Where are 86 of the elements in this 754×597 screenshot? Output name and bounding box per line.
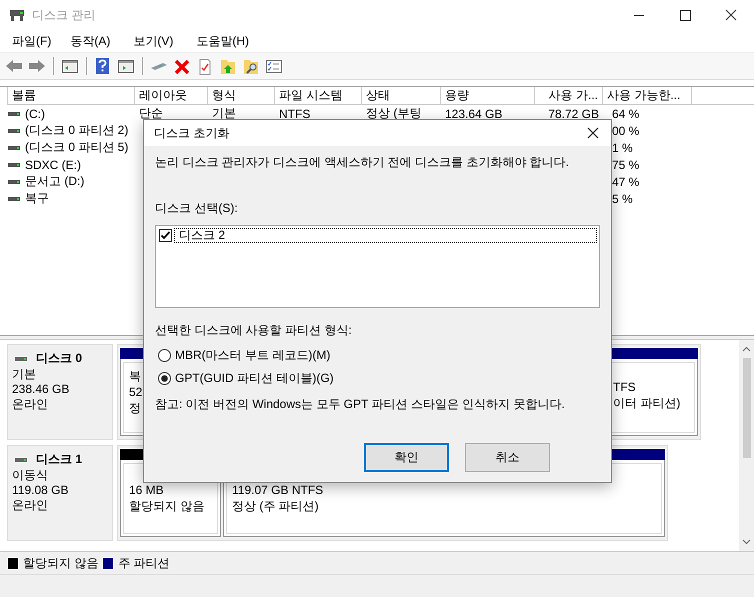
table-cell: 정상 (부팅 bbox=[366, 105, 422, 122]
table-cell: 64 % bbox=[612, 106, 640, 120]
menu-item[interactable]: 동작(A) bbox=[63, 32, 118, 50]
panel-icon[interactable] bbox=[60, 57, 80, 75]
scrollbar-thumb[interactable] bbox=[742, 358, 750, 458]
window-title: 디스크 관리 bbox=[32, 6, 96, 24]
disk-name: 디스크 0 bbox=[36, 351, 82, 366]
table-cell: 47 % bbox=[612, 174, 640, 188]
partition-text: 이터 파티션) bbox=[613, 395, 680, 411]
table-cell: 123.64 GB bbox=[445, 106, 502, 120]
table-cell: NTFS bbox=[279, 106, 310, 120]
table-cell: 기본 bbox=[212, 105, 236, 122]
menu-item[interactable]: 파일(F) bbox=[5, 32, 58, 50]
table-cell: 복구 bbox=[25, 190, 49, 207]
partition-text: 52 bbox=[129, 384, 142, 400]
drive-icon bbox=[7, 160, 21, 168]
disk-select-label: 디스크 선택(S): bbox=[155, 200, 239, 217]
disk-size: 119.08 GB bbox=[12, 483, 70, 498]
radio-label[interactable]: MBR(마스터 부트 레코드)(M) bbox=[175, 347, 330, 364]
disk-size: 238.46 GB bbox=[12, 382, 70, 397]
partition-style-label: 선택한 디스크에 사용할 파티션 형식: bbox=[155, 322, 353, 339]
partition-text: 정상 (주 파티션) bbox=[232, 498, 319, 514]
disk-label-panel[interactable]: 디스크 1 이동식 119.08 GB 온라인 bbox=[7, 445, 113, 541]
note-text: 참고: 이전 버전의 Windows는 모두 GPT 파티션 스타일은 인식하지 못합니다. bbox=[155, 396, 566, 413]
drive-icon bbox=[7, 194, 21, 202]
column-header[interactable]: 파일 시스템 bbox=[275, 87, 362, 104]
menu-item[interactable]: 도움말(H) bbox=[189, 32, 256, 50]
forward-arrow-icon[interactable] bbox=[27, 57, 47, 75]
table-cell: (디스크 0 파티션 5) bbox=[25, 139, 128, 156]
partition-text: TFS bbox=[613, 379, 636, 395]
scrollbar[interactable] bbox=[739, 340, 754, 551]
drive-icon bbox=[7, 178, 21, 186]
column-header[interactable]: 레이아웃 bbox=[135, 87, 208, 104]
partition-text: 119.07 GB NTFS bbox=[232, 482, 324, 498]
table-cell: 78.72 GB bbox=[548, 106, 599, 120]
table-cell: 75 % bbox=[612, 158, 640, 172]
column-header[interactable]: 상태 bbox=[362, 87, 441, 104]
ok-button[interactable]: 확인 bbox=[364, 443, 449, 472]
checkbox[interactable] bbox=[159, 229, 172, 242]
drive-icon bbox=[7, 110, 21, 118]
radio-button[interactable] bbox=[158, 349, 171, 362]
dialog-title: 디스크 초기화 bbox=[154, 124, 230, 142]
column-header[interactable]: 볼륨 bbox=[7, 87, 135, 104]
checklist-icon[interactable] bbox=[264, 57, 284, 75]
cross-icon[interactable] bbox=[172, 57, 192, 75]
column-header[interactable]: 사용 가... bbox=[535, 87, 603, 104]
disk-list-item[interactable]: 디스크 2 bbox=[174, 228, 597, 243]
disk-label-panel[interactable]: 디스크 0 기본 238.46 GB 온라인 bbox=[7, 344, 113, 440]
disk-status: 온라인 bbox=[12, 397, 49, 412]
table-cell: 단순 bbox=[139, 105, 163, 122]
disk-name: 디스크 1 bbox=[36, 452, 82, 467]
disk-status: 온라인 bbox=[12, 498, 49, 513]
legend-label: 할당되지 않음 bbox=[23, 554, 98, 572]
drive-icon bbox=[14, 456, 28, 464]
cancel-button[interactable]: 취소 bbox=[465, 443, 550, 472]
radio-label[interactable]: GPT(GUID 파티션 테이블)(G) bbox=[175, 370, 334, 387]
partition-text: 복 bbox=[129, 368, 141, 384]
table-cell: 1 % bbox=[612, 140, 633, 154]
column-header[interactable]: 사용 가능한... bbox=[603, 87, 692, 104]
table-cell: 00 % bbox=[612, 124, 640, 138]
column-header[interactable]: 용량 bbox=[441, 87, 535, 104]
menu-item[interactable]: 보기(V) bbox=[126, 32, 180, 50]
partition-text: 16 MB bbox=[129, 482, 164, 498]
disk-management-icon bbox=[9, 8, 25, 22]
folder-magnifier-icon[interactable] bbox=[241, 57, 261, 75]
drive-icon bbox=[7, 126, 21, 134]
table-cell: SDXC (E:) bbox=[25, 158, 82, 172]
close-icon[interactable] bbox=[586, 126, 600, 140]
table-cell: (C:) bbox=[25, 106, 45, 120]
partition-text: 정 bbox=[129, 400, 141, 416]
table-cell: (디스크 0 파티션 2) bbox=[25, 122, 128, 139]
table-cell: 문서고 (D:) bbox=[25, 173, 84, 190]
back-arrow-icon[interactable] bbox=[4, 57, 24, 75]
legend-label: 주 파티션 bbox=[118, 554, 170, 572]
folder-up-arrow-icon[interactable] bbox=[218, 57, 238, 75]
message-text: 논리 디스크 관리자가 디스크에 액세스하기 전에 디스크를 초기화해야 합니다. bbox=[155, 154, 570, 170]
disk-type: 이동식 bbox=[12, 468, 49, 483]
disk-type: 기본 bbox=[12, 367, 37, 382]
disk-list[interactable]: 디스크 2 bbox=[155, 225, 600, 308]
drive-icon bbox=[14, 354, 28, 362]
column-header[interactable]: 형식 bbox=[208, 87, 275, 104]
table-cell: 5 % bbox=[612, 192, 633, 206]
radio-button[interactable] bbox=[158, 372, 171, 385]
partition-text: 할당되지 않음 bbox=[129, 498, 204, 514]
panel-icon[interactable] bbox=[116, 57, 136, 75]
drive-icon bbox=[7, 144, 21, 152]
